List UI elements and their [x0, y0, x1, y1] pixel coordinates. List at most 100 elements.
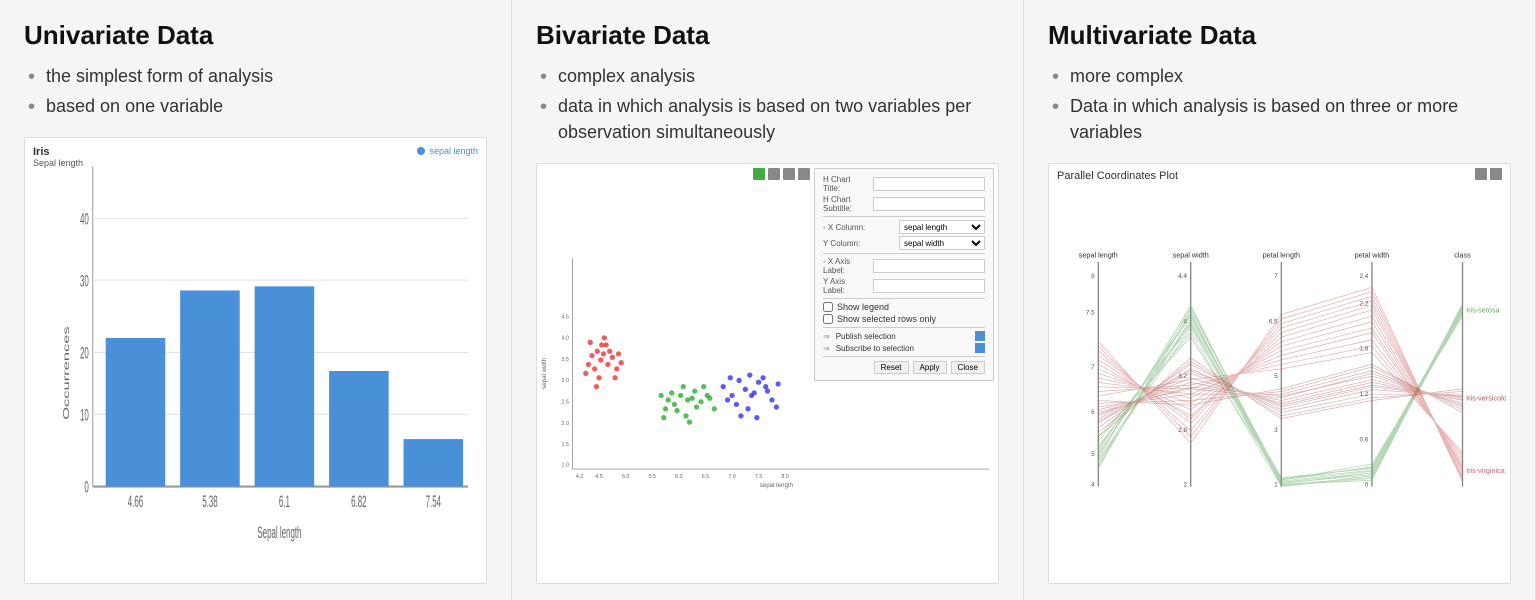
legend-dot [417, 147, 425, 155]
svg-text:0: 0 [1365, 482, 1369, 489]
svg-text:petal width: petal width [1355, 251, 1390, 260]
univariate-bullets: the simplest form of analysis based on o… [24, 61, 487, 121]
svg-text:6.82: 6.82 [351, 492, 366, 511]
y-axis-label-row: Y Axis Label: [823, 277, 985, 295]
bar-chart-svg: 10 20 30 40 4.66 5.38 6.1 6.82 7.54 [61, 146, 478, 559]
multivariate-chart: Parallel Coordinates Plot sepal length s… [1048, 163, 1511, 584]
svg-text:5: 5 [1274, 373, 1278, 380]
svg-text:1.0: 1.0 [562, 463, 569, 469]
chart-title-row: H Chart Title: [823, 175, 985, 193]
y-axis-label-input[interactable] [873, 279, 985, 293]
bar-chart-legend: sepal length [417, 146, 478, 156]
svg-text:sepal width: sepal width [1173, 251, 1209, 260]
svg-text:7: 7 [1274, 274, 1278, 281]
bivariate-panel: Bivariate Data complex analysis data in … [512, 0, 1024, 600]
x-column-select[interactable]: sepal length [899, 220, 985, 234]
chart-title-input[interactable] [873, 177, 985, 191]
publish-icon: ⇒ [823, 332, 830, 341]
svg-text:2.5: 2.5 [562, 400, 569, 406]
y-column-row: Y Column: sepal width [823, 236, 985, 250]
svg-text:8.0: 8.0 [782, 474, 789, 480]
multivariate-bullet-1: more complex [1048, 61, 1511, 91]
show-legend-checkbox[interactable] [823, 302, 833, 312]
ctrl-divider-3 [823, 298, 985, 299]
univariate-panel: Univariate Data the simplest form of ana… [0, 0, 512, 600]
x-column-row: - X Column: sepal length [823, 220, 985, 234]
show-selected-row: Show selected rows only [823, 314, 985, 324]
multivariate-title: Multivariate Data [1048, 20, 1511, 51]
parallel-coords: Parallel Coordinates Plot sepal length s… [1049, 164, 1510, 583]
svg-text:Iris-virginica: Iris-virginica [1466, 466, 1506, 475]
show-selected-checkbox[interactable] [823, 314, 833, 324]
univariate-chart: Iris Sepal length sepal length 10 20 30 [24, 137, 487, 584]
ctrl-divider-4 [823, 327, 985, 328]
svg-text:1: 1 [1274, 482, 1278, 489]
svg-text:8: 8 [1091, 274, 1095, 281]
svg-text:Sepal length: Sepal length [257, 523, 301, 542]
y-column-label: Y Column: [823, 239, 895, 248]
svg-text:0.6: 0.6 [1359, 437, 1368, 444]
scatter-controls-panel: H Chart Title: H Chart Subtitle: - X Col… [814, 168, 994, 381]
svg-text:7.5: 7.5 [1086, 310, 1095, 317]
multivariate-bullets: more complex Data in which analysis is b… [1048, 61, 1511, 147]
svg-text:petal length: petal length [1263, 251, 1300, 260]
multivariate-bullet-2: Data in which analysis is based on three… [1048, 91, 1511, 147]
svg-text:4.5: 4.5 [562, 315, 569, 321]
chart-subtitle-input[interactable] [873, 197, 985, 211]
svg-text:Occurrences: Occurrences [62, 326, 71, 419]
svg-text:6.1: 6.1 [279, 492, 290, 511]
svg-text:class: class [1454, 251, 1471, 260]
svg-text:2.4: 2.4 [1359, 274, 1368, 281]
univariate-title: Univariate Data [24, 20, 487, 51]
parallel-svg: sepal length sepal width petal length pe… [1053, 168, 1506, 579]
svg-text:Iris-versicolor: Iris-versicolor [1466, 394, 1506, 403]
svg-text:7.5: 7.5 [755, 474, 762, 480]
y-column-select[interactable]: sepal width [899, 236, 985, 250]
svg-text:3.0: 3.0 [562, 379, 569, 385]
parallel-icon-1 [1475, 168, 1487, 180]
x-axis-label-row: - X Axis Label: [823, 257, 985, 275]
univariate-bullet-2: based on one variable [24, 91, 487, 121]
y-axis-label-label: Y Axis Label: [823, 277, 869, 295]
svg-text:sepal length: sepal length [1079, 251, 1118, 260]
svg-text:1.5: 1.5 [562, 442, 569, 448]
chart-subtitle-row: H Chart Subtitle: [823, 195, 985, 213]
bivariate-bullet-1: complex analysis [536, 61, 999, 91]
svg-text:7: 7 [1091, 364, 1095, 371]
svg-text:0: 0 [84, 478, 88, 497]
svg-text:4.2: 4.2 [576, 474, 583, 480]
show-selected-label: Show selected rows only [837, 314, 936, 324]
svg-text:6: 6 [1091, 409, 1095, 416]
svg-text:5: 5 [1091, 451, 1095, 458]
reset-button[interactable]: Reset [874, 361, 909, 374]
svg-text:Iris-setosa: Iris-setosa [1466, 306, 1500, 315]
apply-button[interactable]: Apply [913, 361, 947, 374]
bar-chart-title: Iris [33, 146, 50, 158]
svg-text:5.0: 5.0 [622, 474, 629, 480]
parallel-icon-2 [1490, 168, 1502, 180]
close-button[interactable]: Close [951, 361, 985, 374]
x-axis-label-input[interactable] [873, 259, 985, 273]
publish-checkbox[interactable] [975, 331, 985, 341]
subscribe-checkbox[interactable] [975, 343, 985, 353]
subscribe-icon: ⇒ [823, 344, 830, 353]
close-icon [798, 168, 810, 180]
legend-label: sepal length [429, 146, 478, 156]
show-legend-label: Show legend [837, 302, 889, 312]
univariate-bullet-1: the simplest form of analysis [24, 61, 487, 91]
add-icon [753, 168, 765, 180]
svg-text:2.0: 2.0 [562, 421, 569, 427]
svg-text:5.38: 5.38 [202, 492, 217, 511]
settings-icon [768, 168, 780, 180]
parallel-icon-bar [1475, 168, 1502, 180]
publish-label: Publish selection [836, 332, 971, 341]
svg-text:30: 30 [80, 271, 89, 290]
chart-subtitle-label: H Chart Subtitle: [823, 195, 869, 213]
svg-text:sepal width: sepal width [541, 358, 548, 390]
controls-bottom: Reset Apply Close [823, 361, 985, 374]
scatter-icon-bar [753, 168, 810, 180]
chart-title-label: H Chart Title: [823, 175, 869, 193]
bivariate-bullet-2: data in which analysis is based on two v… [536, 91, 999, 147]
ctrl-divider-5 [823, 356, 985, 357]
svg-text:4.66: 4.66 [128, 492, 143, 511]
